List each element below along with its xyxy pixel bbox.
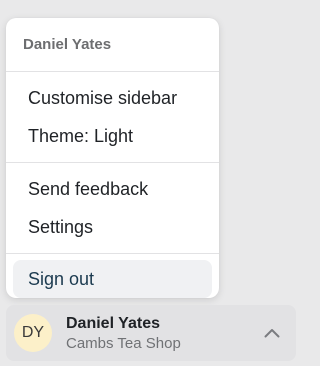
sign-out-item[interactable]: Sign out xyxy=(13,260,212,298)
customise-sidebar-item[interactable]: Customise sidebar xyxy=(6,79,219,117)
account-name: Daniel Yates xyxy=(66,314,160,332)
theme-item[interactable]: Theme: Light xyxy=(6,117,219,155)
settings-item[interactable]: Settings xyxy=(6,208,219,246)
account-menu: Daniel Yates Customise sidebar Theme: Li… xyxy=(6,18,219,298)
account-switcher[interactable]: DY Daniel Yates Cambs Tea Shop xyxy=(6,305,296,361)
account-shop-name: Cambs Tea Shop xyxy=(66,334,181,352)
account-info: Daniel Yates Cambs Tea Shop xyxy=(66,314,181,353)
menu-group-session: Sign out xyxy=(6,254,219,304)
menu-group-support: Send feedback Settings xyxy=(6,163,219,253)
send-feedback-item[interactable]: Send feedback xyxy=(6,170,219,208)
chevron-up-icon[interactable] xyxy=(262,323,282,343)
avatar: DY xyxy=(14,314,52,352)
menu-group-view: Customise sidebar Theme: Light xyxy=(6,72,219,162)
menu-header-name: Daniel Yates xyxy=(23,36,112,53)
